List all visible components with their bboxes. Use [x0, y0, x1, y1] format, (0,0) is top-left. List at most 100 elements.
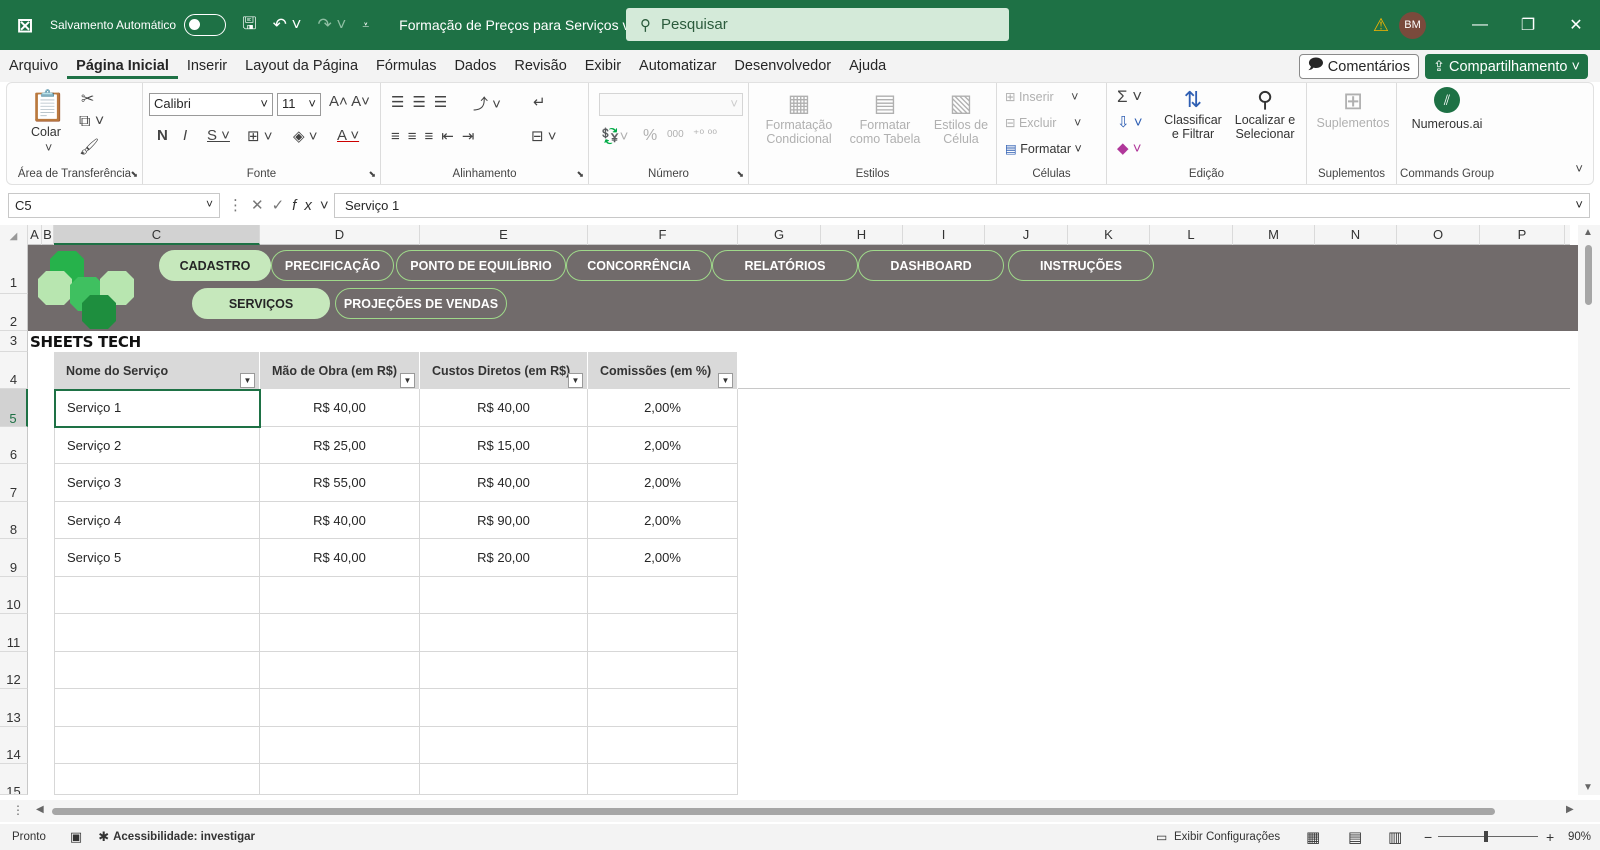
tab-exibir[interactable]: Exibir: [576, 58, 630, 74]
zoom-out-icon[interactable]: −: [1424, 829, 1432, 845]
row-header-9[interactable]: 9: [0, 539, 28, 577]
font-color-icon[interactable]: A ˅: [337, 127, 359, 144]
row-header-5[interactable]: 5: [0, 389, 28, 427]
thousands-icon[interactable]: 000: [667, 129, 684, 140]
conditional-formatting-button[interactable]: ▦ Formatação Condicional: [759, 89, 839, 146]
column-header-b[interactable]: B: [42, 225, 54, 245]
formula-input[interactable]: Serviço 1 ˅: [334, 193, 1590, 218]
underline-icon[interactable]: S ˅: [207, 127, 230, 144]
status-display-settings[interactable]: Exibir Configurações: [1174, 831, 1280, 843]
column-header-f[interactable]: F: [588, 225, 738, 245]
zoom-slider[interactable]: [1438, 836, 1538, 837]
cell-mao-obra[interactable]: R$ 40,00: [260, 389, 420, 427]
cell-nome-servico[interactable]: [54, 764, 260, 795]
cell-custos-diretos[interactable]: [420, 727, 588, 764]
nav-cadastro[interactable]: CADASTRO: [159, 250, 271, 281]
fill-icon[interactable]: ⇩ ˅: [1117, 113, 1143, 131]
wrap-text-icon[interactable]: ↵: [533, 93, 546, 111]
fx-icon[interactable]: fx˅: [292, 197, 336, 214]
cell-nome-servico[interactable]: [54, 577, 260, 614]
nav-relatorios[interactable]: RELATÓRIOS: [712, 250, 858, 281]
number-format-select[interactable]: ˅: [599, 93, 743, 116]
merge-center-icon[interactable]: ⊟ ˅: [531, 127, 557, 145]
nav-dashboard[interactable]: DASHBOARD: [858, 250, 1004, 281]
clipboard-launcher-icon[interactable]: ⬊: [130, 169, 138, 180]
cell-comissoes[interactable]: [588, 614, 738, 652]
cell-custos-diretos[interactable]: [420, 652, 588, 689]
tab-revisao[interactable]: Revisão: [505, 58, 575, 74]
cell-custos-diretos[interactable]: [420, 764, 588, 795]
cell-custos-diretos[interactable]: R$ 20,00: [420, 539, 588, 577]
scroll-right-icon[interactable]: ▶: [1566, 804, 1574, 815]
tab-desenvolvedor[interactable]: Desenvolvedor: [725, 58, 840, 74]
vertical-scrollbar[interactable]: ▲ ▼: [1578, 225, 1600, 795]
cancel-icon[interactable]: ✕: [251, 197, 272, 214]
filter-dropdown-icon[interactable]: ▼: [240, 373, 255, 388]
horizontal-align-icons[interactable]: ≡≡≡⇤⇥: [391, 127, 482, 145]
more-icon[interactable]: ⋮: [228, 197, 251, 214]
cell-nome-servico[interactable]: [54, 614, 260, 652]
find-select-button[interactable]: ⚲ Localizar e Selecionar: [1229, 87, 1301, 141]
alignment-launcher-icon[interactable]: ⬊: [576, 169, 584, 180]
vertical-align-icons[interactable]: ☰☰☰: [391, 93, 455, 111]
accessibility-icon[interactable]: ✱: [98, 829, 109, 845]
cell-mao-obra[interactable]: R$ 55,00: [260, 464, 420, 502]
redo-icon[interactable]: ↷ ˅: [317, 15, 346, 35]
autosum-icon[interactable]: Σ ˅: [1117, 87, 1142, 107]
horizontal-scroll-thumb[interactable]: [52, 808, 1495, 815]
zoom-slider-thumb[interactable]: [1484, 831, 1488, 842]
format-painter-icon[interactable]: 🖌: [79, 137, 99, 157]
font-name-select[interactable]: Calibri ˅: [149, 93, 273, 116]
column-header-j[interactable]: J: [985, 225, 1068, 245]
paste-button[interactable]: Colar: [31, 125, 61, 139]
tab-pagina-inicial[interactable]: Página Inicial: [67, 58, 178, 79]
cell-comissoes[interactable]: [588, 652, 738, 689]
tab-ajuda[interactable]: Ajuda: [840, 58, 895, 74]
name-box[interactable]: C5 ˅: [8, 193, 220, 218]
horizontal-scrollbar[interactable]: ⋮ ◀ ▶: [0, 800, 1600, 822]
format-as-table-button[interactable]: ▤ Formatar como Tabela: [843, 89, 927, 146]
nav-ponto-equilibrio[interactable]: PONTO DE EQUILÍBRIO: [396, 250, 566, 281]
cell-nome-servico[interactable]: [54, 652, 260, 689]
search-box[interactable]: ⚲ Pesquisar: [626, 8, 1009, 41]
borders-icon[interactable]: ⊞ ˅: [247, 127, 273, 145]
save-icon[interactable]: 🖫: [242, 11, 256, 40]
cell-custos-diretos[interactable]: [420, 614, 588, 652]
row-header-8[interactable]: 8: [0, 502, 28, 539]
number-launcher-icon[interactable]: ⬊: [736, 169, 744, 180]
tab-layout[interactable]: Layout da Página: [236, 58, 367, 74]
column-header-i[interactable]: I: [903, 225, 985, 245]
column-header-m[interactable]: M: [1233, 225, 1315, 245]
cell-comissoes[interactable]: [588, 577, 738, 614]
column-header-h[interactable]: H: [821, 225, 903, 245]
row-header-2[interactable]: 2: [0, 294, 28, 331]
orientation-icon[interactable]: ⤴ ˅: [473, 93, 501, 114]
format-cells-button[interactable]: ▤ Formatar ˅: [1005, 141, 1082, 156]
row-header-4[interactable]: 4: [0, 352, 28, 389]
cell-mao-obra[interactable]: R$ 40,00: [260, 539, 420, 577]
tab-automatizar[interactable]: Automatizar: [630, 58, 725, 74]
collapse-ribbon-icon[interactable]: ˅: [1575, 161, 1583, 176]
percent-icon[interactable]: %: [643, 127, 657, 145]
column-header-o[interactable]: O: [1397, 225, 1480, 245]
font-launcher-icon[interactable]: ⬊: [368, 169, 376, 180]
normal-view-icon[interactable]: ▦: [1306, 828, 1320, 846]
row-header-7[interactable]: 7: [0, 464, 28, 502]
paste-dropdown-icon[interactable]: ˅: [45, 141, 52, 155]
copy-icon[interactable]: ⧉ ˅: [79, 113, 104, 131]
close-icon[interactable]: ✕: [1552, 15, 1600, 35]
cell-nome-servico[interactable]: Serviço 1: [54, 389, 260, 427]
expand-formula-icon[interactable]: ˅: [1575, 197, 1583, 212]
select-all-corner[interactable]: ◢: [0, 225, 28, 245]
tab-arquivo[interactable]: Arquivo: [0, 58, 67, 74]
row-header-6[interactable]: 6: [0, 427, 28, 464]
column-header-d[interactable]: D: [260, 225, 420, 245]
filter-dropdown-icon[interactable]: ▼: [400, 373, 415, 388]
cell-mao-obra[interactable]: [260, 577, 420, 614]
page-break-view-icon[interactable]: ▥: [1388, 828, 1402, 846]
cell-comissoes[interactable]: [588, 764, 738, 795]
autosave-toggle[interactable]: [184, 14, 227, 36]
display-settings-icon[interactable]: ▭: [1156, 830, 1167, 844]
cell-mao-obra[interactable]: [260, 652, 420, 689]
cell-comissoes[interactable]: [588, 727, 738, 764]
